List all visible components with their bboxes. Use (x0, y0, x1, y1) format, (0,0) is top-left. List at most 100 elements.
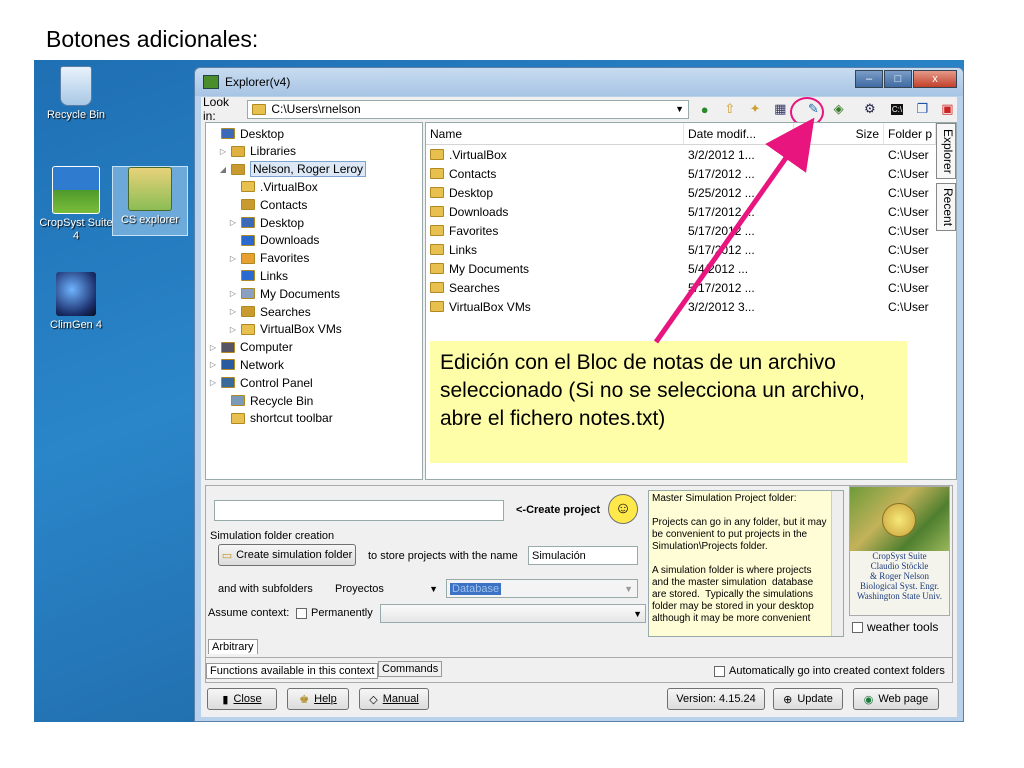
web-page-button[interactable]: ◉ Web page (853, 688, 939, 710)
view-menu-button[interactable]: ▦ (771, 100, 790, 118)
file-name: My Documents (449, 261, 530, 276)
update-icon: ⊕ (783, 693, 793, 706)
tab-divider (206, 657, 952, 658)
tree-expander-icon[interactable]: ▷ (228, 218, 238, 227)
context-panel: <-Create project ☺ Simulation folder cre… (205, 485, 953, 683)
simulation-name-input[interactable]: Simulación (528, 546, 638, 565)
tree-item[interactable]: .VirtualBox (228, 178, 318, 195)
permanently-checkbox[interactable]: Permanently (296, 607, 373, 619)
window-layout-button[interactable]: ❐ (913, 100, 932, 118)
window-controls: – □ x (854, 70, 957, 88)
info-scrollbar[interactable] (831, 491, 843, 636)
tree-item[interactable]: ▷ Favorites (228, 250, 309, 267)
desktop-icon-cs-explorer[interactable]: CS explorer (112, 166, 188, 236)
folder-icon (231, 145, 245, 157)
tree-expander-icon[interactable]: ▷ (228, 289, 238, 298)
context-select[interactable]: ▼ (380, 604, 646, 623)
lookin-path-combo[interactable]: C:\Users\rnelson ▼ (247, 99, 690, 119)
tree-item[interactable]: ▷ My Documents (228, 285, 340, 302)
recycle-bin-icon (60, 66, 92, 106)
close-button[interactable]: ▮ Close (207, 688, 277, 710)
tree-item[interactable]: Links (228, 267, 288, 284)
tree-item[interactable]: ▷ Searches (228, 303, 311, 320)
tree-expander-icon[interactable]: ▷ (228, 254, 238, 263)
desktop-icon-climgen[interactable]: ClimGen 4 (38, 272, 114, 332)
list-item[interactable]: Searches 5/17/2012 ... C:\User (426, 278, 956, 297)
file-folder: C:\User (888, 185, 929, 200)
manual-label: Manual (382, 693, 419, 705)
weather-tools-checkbox[interactable]: weather tools (852, 620, 938, 634)
file-folder: C:\User (888, 242, 929, 257)
tree-item[interactable]: ▷ Desktop (228, 214, 304, 231)
tab-commands[interactable]: Commands (378, 661, 443, 677)
project-name-input[interactable] (214, 500, 504, 521)
tree-item[interactable]: Contacts (228, 196, 307, 213)
command-prompt-button[interactable]: C:\ (887, 100, 906, 118)
create-simulation-folder-button[interactable]: ▭ Create simulation folder (218, 544, 356, 566)
tree-item[interactable]: ▷ Computer (208, 339, 293, 356)
version-button[interactable]: Version: 4.15.24 (667, 688, 765, 710)
list-item[interactable]: .VirtualBox 3/2/2012 1... C:\User (426, 145, 956, 164)
up-folder-button[interactable]: ⇧ (720, 100, 739, 118)
tree-item[interactable]: ▷ Network (208, 356, 284, 373)
list-item[interactable]: My Documents 5/4/2012 ... C:\User (426, 259, 956, 278)
tab-explorer[interactable]: Explorer (936, 123, 956, 179)
manual-button[interactable]: ◇ Manual (359, 688, 429, 710)
file-folder: C:\User (888, 204, 929, 219)
minimize-button[interactable]: – (855, 70, 883, 88)
column-folder[interactable]: Folder p (884, 123, 936, 144)
create-project-button[interactable]: ☺ (608, 494, 638, 524)
auto-context-checkbox[interactable]: Automatically go into created context fo… (714, 665, 945, 677)
store-text: to store projects with the name (368, 550, 518, 562)
column-date[interactable]: Date modif... (684, 123, 794, 144)
tree-item[interactable]: Downloads (228, 232, 319, 249)
tree-item[interactable]: Recycle Bin (218, 392, 313, 409)
new-folder-button[interactable]: ✦ (745, 100, 764, 118)
column-size[interactable]: Size (794, 123, 884, 144)
database-select[interactable]: Database ▼ (446, 579, 638, 598)
list-item[interactable]: Contacts 5/17/2012 ... C:\User (426, 164, 956, 183)
tree-item[interactable]: ▷ VirtualBox VMs (228, 321, 342, 338)
tree-expander-icon[interactable]: ▷ (228, 325, 238, 334)
network-button[interactable]: ⚙ (860, 100, 879, 118)
tab-functions[interactable]: Functions available in this context (206, 663, 379, 679)
tab-arbitrary[interactable]: Arbitrary (208, 639, 258, 654)
subfolders-select[interactable]: Proyectos ▼ (332, 579, 440, 598)
go-back-button[interactable]: ● (695, 100, 714, 118)
list-item[interactable]: Desktop 5/25/2012 ... C:\User (426, 183, 956, 202)
desktop-icon-cropsyst[interactable]: CropSyst Suite 4 (38, 166, 114, 243)
tab-recent[interactable]: Recent (936, 183, 956, 231)
column-name[interactable]: Name (426, 123, 684, 144)
tree-item[interactable]: Desktop (208, 125, 284, 142)
tree-expander-icon[interactable]: ▷ (218, 147, 228, 156)
tree-item[interactable]: shortcut toolbar (218, 410, 333, 427)
desktop-icon-recycle-bin[interactable]: Recycle Bin (38, 66, 114, 122)
list-item[interactable]: Links 5/17/2012 ... C:\User (426, 240, 956, 259)
tree-item[interactable]: ▷ Libraries (218, 143, 296, 160)
tree-item-label: Recycle Bin (250, 393, 314, 408)
tree-expander-icon[interactable]: ◢ (218, 165, 228, 174)
list-item[interactable]: VirtualBox VMs 3/2/2012 3... C:\User (426, 297, 956, 316)
tree-expander-icon[interactable]: ▷ (208, 343, 218, 352)
update-button[interactable]: ⊕ Update (773, 688, 843, 710)
desktop-icon-label: ClimGen 4 (50, 319, 102, 331)
explore-button[interactable]: ◈ (829, 100, 848, 118)
folder-icon (252, 103, 267, 115)
explore-icon: ◈ (833, 101, 844, 116)
close-tool-button[interactable]: ▣ (938, 100, 957, 118)
tree-item[interactable]: ◢ Nelson, Roger Leroy (218, 161, 367, 178)
tree-expander-icon[interactable]: ▷ (208, 378, 218, 387)
list-item[interactable]: Favorites 5/17/2012 ... C:\User (426, 221, 956, 240)
folder-tree[interactable]: Desktop ▷ Libraries ◢ Nelson, Roger Leroy .Vi… (205, 122, 423, 480)
window-titlebar[interactable]: Explorer(v4) (195, 68, 963, 96)
windows-icon: ❐ (916, 101, 928, 116)
close-window-button[interactable]: x (913, 70, 957, 88)
tree-item[interactable]: ▷ Control Panel (208, 374, 313, 391)
tree-expander-icon[interactable]: ▷ (208, 360, 218, 369)
info-text-box[interactable]: Master Simulation Project folder: Projec… (648, 490, 844, 637)
list-item[interactable]: Downloads 5/17/2012 ... C:\User (426, 202, 956, 221)
maximize-button[interactable]: □ (884, 70, 912, 88)
help-button[interactable]: ♚ Help (287, 688, 349, 710)
tree-expander-icon[interactable]: ▷ (228, 307, 238, 316)
file-name: Desktop (449, 185, 494, 200)
